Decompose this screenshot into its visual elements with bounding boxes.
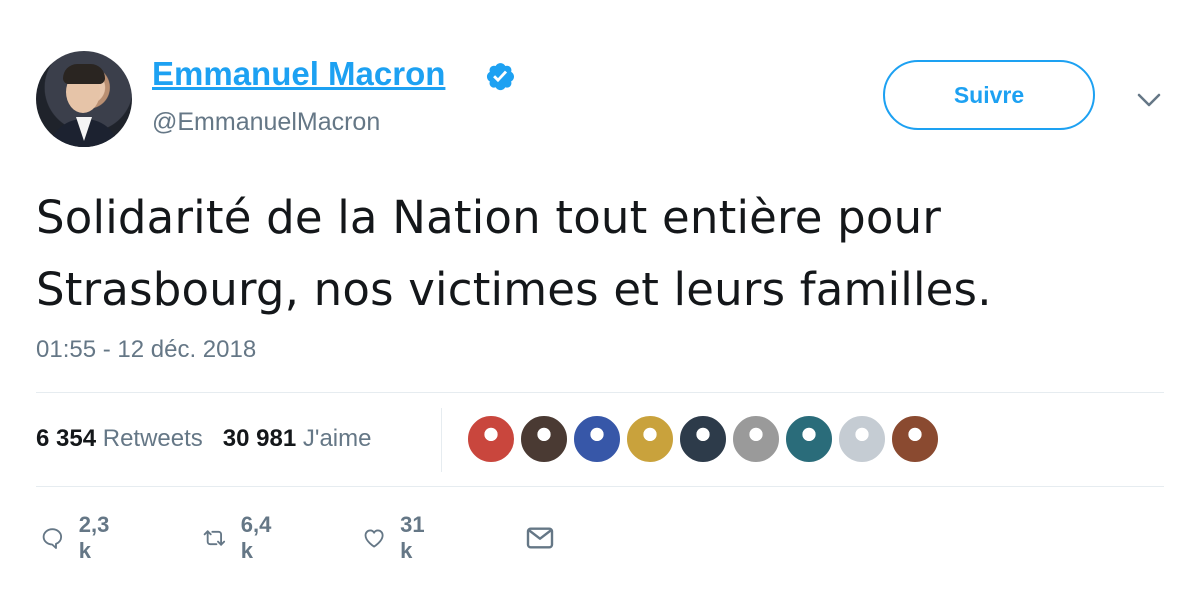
follow-button[interactable]: Suivre (883, 60, 1095, 130)
retweets-stat[interactable]: 6 354 Retweets (36, 425, 203, 452)
author-avatar[interactable] (36, 51, 132, 147)
tweet-text-line-2: Strasbourg, nos victimes et leurs famill… (36, 263, 992, 316)
likes-label: J'aime (302, 425, 372, 452)
likes-stat[interactable]: 30 981 J'aime (223, 425, 372, 452)
divider (36, 486, 1164, 487)
avatar-8[interactable] (837, 414, 887, 464)
mail-icon (526, 527, 554, 549)
heart-icon (364, 529, 384, 548)
tweet-timestamp[interactable]: 01:55 - 12 déc. 2018 (36, 336, 256, 364)
author-handle[interactable]: @EmmanuelMacron (152, 108, 380, 137)
likes-count: 30 981 (222, 425, 297, 452)
retweet-action[interactable]: 6,4 k (202, 512, 279, 563)
avatar-3[interactable] (572, 414, 622, 464)
like-count: 31 k (400, 512, 425, 563)
avatar-2[interactable] (519, 414, 569, 464)
reply-action[interactable]: 2,3 k (40, 512, 117, 563)
like-action[interactable]: 31 k (362, 512, 432, 563)
tweet-text: Solidarité de la Nation tout entière pou… (36, 182, 1166, 326)
avatar-hair (63, 64, 105, 84)
retweets-label: Retweets (102, 425, 203, 452)
author-name-link[interactable]: Emmanuel Macron (152, 55, 445, 93)
reply-count: 2,3 k (78, 512, 110, 563)
retweet-count: 6,4 k (240, 512, 272, 563)
avatar-5[interactable] (678, 414, 728, 464)
avatar-7[interactable] (784, 414, 834, 464)
avatar-6[interactable] (731, 414, 781, 464)
stats-separator (441, 408, 442, 472)
tweet-text-line-1: Solidarité de la Nation tout entière pou… (36, 191, 942, 244)
message-action[interactable] (524, 518, 556, 558)
avatar-9[interactable] (890, 414, 940, 464)
chevron-down-icon[interactable] (1133, 88, 1165, 112)
reply-icon (42, 528, 63, 549)
verified-badge-icon (486, 63, 514, 91)
retweet-icon (203, 530, 226, 546)
tweet-stats: 6 354 Retweets 30 981 J'aime (36, 425, 371, 453)
retweets-count: 6 354 (36, 425, 97, 452)
avatar-1[interactable] (466, 414, 516, 464)
divider (36, 392, 1164, 393)
avatar-4[interactable] (625, 414, 675, 464)
